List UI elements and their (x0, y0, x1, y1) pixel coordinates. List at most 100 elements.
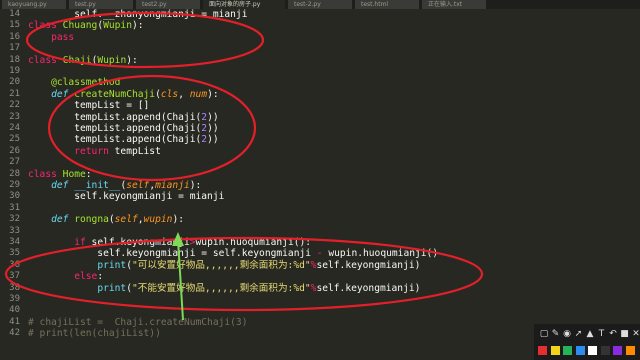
code-line: 30 self.keyongmianji = mianji (0, 191, 640, 202)
toolbar-button-3[interactable]: ➚ (573, 328, 585, 340)
code-line: 35 self.keyongmianji = self.keyongmianji… (0, 248, 640, 259)
line-number: 30 (9, 191, 20, 202)
tab-5[interactable]: test.html (355, 0, 420, 9)
color-swatch[interactable] (538, 346, 547, 355)
line-number: 15 (9, 20, 20, 31)
line-number: 31 (9, 202, 20, 213)
line-number: 37 (9, 271, 20, 282)
tab-3[interactable]: 面向对象的房子.py (203, 0, 286, 9)
code-line: 16 pass (0, 32, 640, 43)
line-number: 38 (9, 282, 20, 293)
code-text: self.keyongmianji = self.keyongmianji - … (28, 248, 439, 260)
code-text: class Home: (28, 168, 92, 180)
code-text: def __init__(self,mianji): (51, 180, 202, 191)
line-number: 28 (9, 168, 20, 179)
code-text: tempList.append(Chaji(2)) (28, 111, 219, 123)
toolbar-button-6[interactable]: ↶ (607, 328, 619, 340)
color-swatch[interactable] (613, 346, 622, 355)
line-number: 18 (9, 54, 20, 65)
code-text: self.keyongmianji = mianji (28, 191, 225, 203)
tab-4[interactable]: test-2.py (288, 0, 353, 9)
color-swatch[interactable] (625, 346, 635, 355)
code-text: class Chuang(Wupin): (28, 20, 144, 32)
code-text: print("不能安置好物品,,,,,,剩余面积为:%d"%self.keyon… (97, 282, 421, 294)
line-number: 19 (9, 66, 20, 76)
tab-bar: kaoyuang.py test.py test2.py 面向对象的房子.py test… (0, 0, 640, 9)
code-line: 19 (0, 66, 640, 77)
code-line: 25 tempList.append(Chaji(2)) (0, 134, 640, 145)
tab-6[interactable]: 正在输入.txt (422, 0, 487, 9)
code-line: 37 else: (0, 271, 640, 282)
code-line: 21 def createNumChaji(cls, num): (0, 89, 640, 100)
line-number: 17 (9, 43, 20, 54)
code-line: 14 self.__zhanyongmianji = mianji (0, 9, 640, 20)
color-swatch[interactable] (550, 346, 560, 355)
code-text: def rongna(self,wupin): (51, 214, 184, 226)
code-text: tempList.append(Chaji(2)) (28, 134, 219, 146)
code-line: 29 def __init__(self,mianji): (0, 180, 640, 191)
code-text: # print(len(chajiList)) (28, 328, 161, 340)
code-line: 28 class Home: (0, 169, 640, 180)
code-line: 17 (0, 43, 640, 54)
code-line: 39 (0, 294, 640, 305)
toolbar-button-4[interactable]: ▲ (584, 328, 596, 340)
code-line: 34 if self.keyongmianji>wupin.huoqumianj… (0, 237, 640, 248)
line-number: 21 (9, 88, 20, 99)
code-line: 33 (0, 226, 640, 237)
code-text: if self.keyongmianji>wupin.huoqumianji()… (74, 237, 312, 248)
line-number: 26 (9, 145, 20, 156)
line-number: 23 (9, 111, 20, 122)
code-line: 38 print("不能安置好物品,,,,,,剩余面积为:%d"%self.ke… (0, 283, 640, 294)
code-line: 27 (0, 157, 640, 168)
code-line: 15 class Chuang(Wupin): (0, 20, 640, 31)
line-number: 27 (9, 157, 20, 168)
code-text: else: (74, 271, 104, 283)
tab-0[interactable]: kaoyuang.py (2, 0, 67, 9)
code-text: class Chaji(Wupin): (28, 54, 138, 66)
toolbar-button-8[interactable]: ✕ (630, 328, 640, 340)
line-number: 29 (9, 180, 20, 190)
color-swatch[interactable] (588, 346, 597, 355)
line-number: 34 (9, 237, 20, 247)
code-line: 24 tempList.append(Chaji(2)) (0, 123, 640, 134)
line-number: 22 (9, 100, 20, 111)
line-number: 33 (9, 225, 20, 236)
code-text: print("可以安置好物品,,,,,,剩余面积为:%d"%self.keyon… (97, 259, 421, 271)
line-number: 16 (9, 31, 20, 42)
line-number: 32 (9, 214, 20, 225)
line-number: 39 (9, 294, 20, 304)
line-number: 14 (9, 9, 20, 19)
toolbar-button-5[interactable]: T (596, 328, 608, 340)
tab-2[interactable]: test2.py (136, 0, 201, 9)
code-text: # chajiList = Chaji.createNumChaji(3) (28, 316, 248, 328)
toolbar-button-7[interactable]: ■ (619, 328, 631, 340)
toolbar-button-2[interactable]: ◉ (561, 328, 573, 340)
code-line: 18 class Chaji(Wupin): (0, 55, 640, 66)
color-swatch[interactable] (563, 346, 572, 355)
code-line: 20 @classmethod (0, 77, 640, 88)
line-number: 40 (9, 305, 20, 316)
code-text: @classmethod (51, 77, 121, 89)
line-number: 41 (9, 316, 20, 327)
line-number: 36 (9, 259, 20, 270)
code-line: 26 return tempList (0, 146, 640, 157)
code-line: 36 print("可以安置好物品,,,,,,剩余面积为:%d"%self.ke… (0, 260, 640, 271)
code-text: def createNumChaji(cls, num): (51, 88, 219, 100)
line-number: 25 (9, 134, 20, 145)
line-number: 35 (9, 248, 20, 259)
toolbar-button-1[interactable]: ✎ (550, 328, 562, 340)
line-number: 42 (9, 328, 20, 339)
code-line: 23 tempList.append(Chaji(2)) (0, 112, 640, 123)
code-line: 32 def rongna(self,wupin): (0, 214, 640, 225)
color-swatch[interactable] (575, 346, 585, 355)
line-number: 20 (9, 77, 20, 88)
code-text: tempList.append(Chaji(2)) (28, 123, 219, 134)
code-line: 40 (0, 305, 640, 316)
tab-1[interactable]: test.py (69, 0, 134, 9)
code-text: tempList = [] (28, 100, 150, 112)
toolbar-button-0[interactable]: ▢ (538, 328, 550, 340)
color-swatch[interactable] (600, 346, 610, 355)
code-line: 31 (0, 203, 640, 214)
line-number: 24 (9, 123, 20, 133)
code-text: self.__zhanyongmianji = mianji (28, 9, 248, 20)
